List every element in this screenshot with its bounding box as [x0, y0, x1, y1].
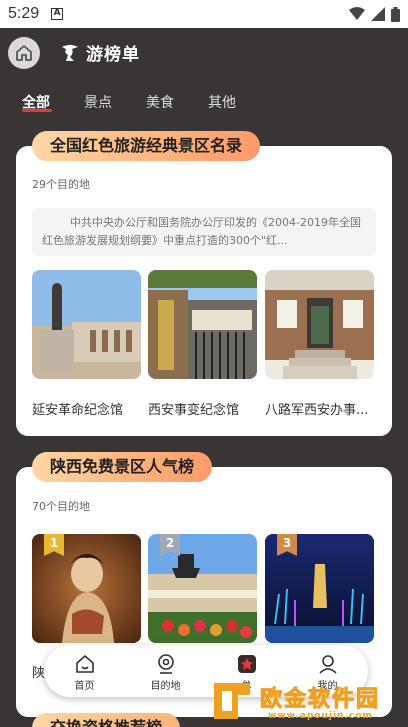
nav-label: 首页	[74, 681, 95, 692]
category-tabs: 全部 景点 美食 其他	[0, 88, 408, 118]
location-icon	[157, 654, 174, 674]
wifi-icon	[349, 7, 365, 20]
list-title-banner[interactable]: 陕西免费景区人气榜	[32, 452, 213, 482]
app-logo: 游榜单	[58, 40, 140, 65]
list-item-image[interactable]: 1	[32, 534, 141, 643]
profile-icon	[318, 655, 337, 674]
list-title-banner[interactable]: 交换资格推荐榜	[32, 713, 181, 727]
logo-icon	[62, 44, 78, 61]
tab-other[interactable]: 其他	[208, 92, 236, 112]
list-description: 中共中央办公厅和国务院办公厅印发的《2004-2019年全国红色旅游发展规划纲要…	[32, 208, 376, 256]
notification-icon: A	[51, 8, 64, 20]
battery-icon	[391, 6, 400, 22]
home-icon	[16, 45, 32, 61]
watermark-logo-icon	[214, 683, 250, 719]
nav-label: 目的地	[150, 681, 181, 692]
tab-attractions[interactable]: 景点	[84, 92, 112, 112]
list-item-image[interactable]: 3	[265, 534, 374, 643]
list-item-image[interactable]: 2	[148, 534, 257, 643]
list-item-image[interactable]	[148, 270, 257, 379]
nav-item-home[interactable]: 首页	[44, 645, 125, 697]
active-tab-indicator	[22, 109, 52, 112]
home-button[interactable]	[8, 37, 40, 69]
list-card-red-tourism[interactable]: 29个目的地 中共中央办公厅和国务院办公厅印发的《2004-2019年全国红色旅…	[16, 146, 392, 436]
list-item-image[interactable]	[32, 270, 141, 379]
watermark-text: 欧金软件园	[259, 687, 381, 713]
watermark: 欧金软件园 www.apoujin.com	[210, 675, 408, 727]
nav-item-destination[interactable]: 目的地	[125, 645, 206, 697]
list-count: 70个目的地	[32, 500, 90, 513]
list-item-name[interactable]: 八路军西安办事...	[265, 399, 377, 418]
ranking-icon	[237, 655, 256, 673]
list-item-name[interactable]: 西安事变纪念馆	[148, 399, 260, 418]
watermark-url: www.apoujin.com	[268, 711, 373, 721]
list-item-name[interactable]: 延安革命纪念馆	[32, 399, 144, 418]
list-item-image[interactable]	[265, 270, 374, 379]
signal-icon	[371, 7, 385, 21]
status-bar: 5:29 A	[0, 0, 408, 28]
home-icon	[75, 655, 94, 673]
list-title-banner[interactable]: 全国红色旅游经典景区名录	[32, 131, 261, 161]
status-time: 5:29	[8, 5, 40, 22]
app-header: 游榜单	[0, 28, 408, 80]
list-count: 29个目的地	[32, 178, 90, 191]
tab-food[interactable]: 美食	[146, 92, 174, 112]
app-name: 游榜单	[86, 45, 140, 65]
